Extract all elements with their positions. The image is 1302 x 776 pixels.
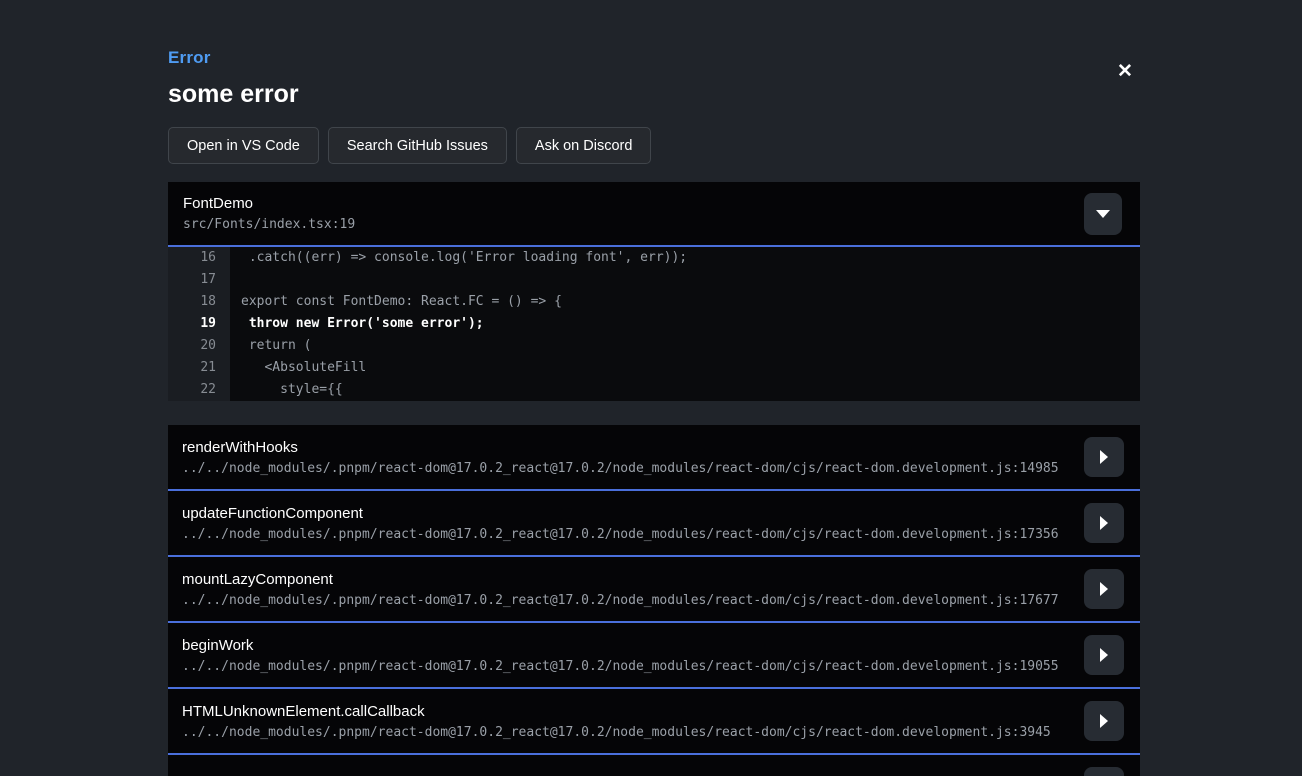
search-github-issues-label: Search GitHub Issues xyxy=(347,138,488,154)
stack-frame-expand-button[interactable] xyxy=(1084,701,1124,741)
code-frame-function-name: FontDemo xyxy=(183,195,355,212)
chevron-right-icon xyxy=(1100,648,1108,662)
stack-frame-function-name: HTMLUnknownElement.callCallback xyxy=(182,703,1051,720)
stack-frame-expand-button[interactable] xyxy=(1084,437,1124,477)
stack-frame-meta: renderWithHooks ../../node_modules/.pnpm… xyxy=(182,439,1059,476)
stack-frame-location: ../../node_modules/.pnpm/react-dom@17.0.… xyxy=(182,593,1059,608)
ask-on-discord-button[interactable]: Ask on Discord xyxy=(516,127,652,164)
code-frame: FontDemo src/Fonts/index.tsx:19 16 .catc… xyxy=(168,182,1140,401)
chevron-right-icon xyxy=(1100,450,1108,464)
code-frame-header: FontDemo src/Fonts/index.tsx:19 xyxy=(168,182,1140,247)
stack-frame-expand-button[interactable] xyxy=(1084,767,1124,776)
stack-frame-function-name: beginWork xyxy=(182,637,1059,654)
code-line-highlighted: 19 throw new Error('some error'); xyxy=(168,313,1140,335)
code-line: 18export const FontDemo: React.FC = () =… xyxy=(168,291,1140,313)
stack-frame-location: ../../node_modules/.pnpm/react-dom@17.0.… xyxy=(182,725,1051,740)
code-snippet: 16 .catch((err) => console.log('Error lo… xyxy=(168,247,1140,401)
stack-frame-row-partial xyxy=(168,755,1140,776)
stack-frame-row: HTMLUnknownElement.callCallback ../../no… xyxy=(168,689,1140,755)
stack-frame-function-name: renderWithHooks xyxy=(182,439,1059,456)
line-code: <AbsoluteFill xyxy=(230,357,366,379)
code-frame-meta: FontDemo src/Fonts/index.tsx:19 xyxy=(183,195,355,232)
page-title: some error xyxy=(168,80,1140,109)
stack-frame-location: ../../node_modules/.pnpm/react-dom@17.0.… xyxy=(182,527,1059,542)
stack-frame-meta: beginWork ../../node_modules/.pnpm/react… xyxy=(182,637,1059,674)
open-in-vscode-label: Open in VS Code xyxy=(187,138,300,154)
stack-frame-meta: HTMLUnknownElement.callCallback ../../no… xyxy=(182,703,1051,740)
stack-frame-function-name: updateFunctionComponent xyxy=(182,505,1059,522)
stack-frame-meta: updateFunctionComponent ../../node_modul… xyxy=(182,505,1059,542)
ask-on-discord-label: Ask on Discord xyxy=(535,138,633,154)
stack-frame-row: beginWork ../../node_modules/.pnpm/react… xyxy=(168,623,1140,689)
chevron-right-icon xyxy=(1100,582,1108,596)
stack-frame-expand-button[interactable] xyxy=(1084,569,1124,609)
stack-frame-expand-button[interactable] xyxy=(1084,503,1124,543)
stack-frame-expand-button[interactable] xyxy=(1084,635,1124,675)
line-number: 20 xyxy=(168,335,230,357)
line-number: 21 xyxy=(168,357,230,379)
line-number: 19 xyxy=(168,313,230,335)
code-line: 20 return ( xyxy=(168,335,1140,357)
error-kicker: Error xyxy=(168,48,1140,68)
code-line: 21 <AbsoluteFill xyxy=(168,357,1140,379)
line-number: 16 xyxy=(168,247,230,269)
action-buttons: Open in VS Code Search GitHub Issues Ask… xyxy=(168,127,1140,164)
code-line: 22 style={{ xyxy=(168,379,1140,401)
search-github-issues-button[interactable]: Search GitHub Issues xyxy=(328,127,507,164)
chevron-right-icon xyxy=(1100,714,1108,728)
stack-frame-row: renderWithHooks ../../node_modules/.pnpm… xyxy=(168,425,1140,491)
stack-frame-location: ../../node_modules/.pnpm/react-dom@17.0.… xyxy=(182,659,1059,674)
line-number: 17 xyxy=(168,269,230,291)
line-number: 18 xyxy=(168,291,230,313)
code-line: 16 .catch((err) => console.log('Error lo… xyxy=(168,247,1140,269)
line-code: export const FontDemo: React.FC = () => … xyxy=(230,291,562,313)
stack-frame-row: mountLazyComponent ../../node_modules/.p… xyxy=(168,557,1140,623)
code-line: 17 xyxy=(168,269,1140,291)
error-overlay: Error some error Open in VS Code Search … xyxy=(168,0,1140,776)
chevron-down-icon xyxy=(1096,210,1110,218)
stack-frame-meta: mountLazyComponent ../../node_modules/.p… xyxy=(182,571,1059,608)
line-code: style={{ xyxy=(230,379,343,401)
stack-frame-function-name: mountLazyComponent xyxy=(182,571,1059,588)
line-code: return ( xyxy=(230,335,311,357)
line-code: .catch((err) => console.log('Error loadi… xyxy=(230,247,687,269)
line-number: 22 xyxy=(168,379,230,401)
code-frame-location: src/Fonts/index.tsx:19 xyxy=(183,217,355,232)
stack-frame-location: ../../node_modules/.pnpm/react-dom@17.0.… xyxy=(182,461,1059,476)
open-in-vscode-button[interactable]: Open in VS Code xyxy=(168,127,319,164)
stack-frame-row: updateFunctionComponent ../../node_modul… xyxy=(168,491,1140,557)
line-code: throw new Error('some error'); xyxy=(230,313,484,335)
chevron-right-icon xyxy=(1100,516,1108,530)
stack-trace-list: renderWithHooks ../../node_modules/.pnpm… xyxy=(168,425,1140,776)
line-code xyxy=(230,269,241,291)
code-frame-collapse-button[interactable] xyxy=(1084,193,1122,235)
